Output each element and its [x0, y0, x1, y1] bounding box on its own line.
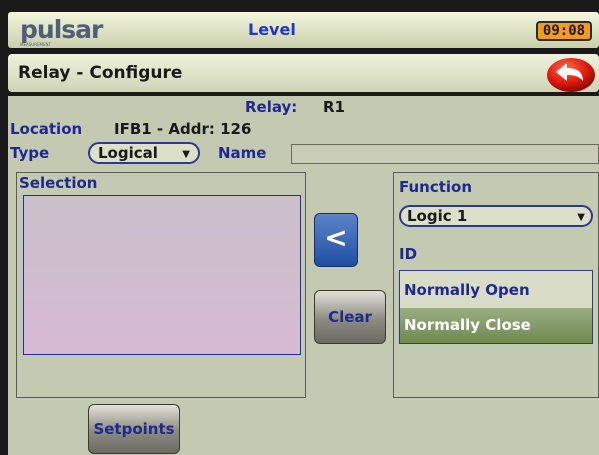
page-header: Relay - Configure	[8, 54, 599, 92]
device-screen: pulsar MEASUREMENT Level 09:08 Relay - C…	[0, 0, 599, 455]
chevron-down-icon: ▼	[577, 212, 585, 223]
assign-button[interactable]: <	[314, 213, 358, 267]
selection-label: Selection	[19, 174, 98, 192]
name-input[interactable]	[291, 144, 599, 164]
relay-label: Relay:	[245, 98, 298, 116]
page-title: Relay - Configure	[18, 63, 183, 83]
screen-title: Level	[248, 20, 296, 39]
id-option-normally-close[interactable]: Normally Close	[400, 308, 592, 343]
config-panel: Relay: R1 Location IFB1 - Addr: 126 Type…	[8, 96, 599, 455]
relay-value: R1	[323, 98, 345, 116]
type-dropdown[interactable]: Logical ▼	[88, 142, 200, 164]
location-value: IFB1 - Addr: 126	[114, 120, 252, 138]
location-label: Location	[10, 120, 83, 138]
clear-button[interactable]: Clear	[314, 290, 386, 344]
selection-list[interactable]	[23, 195, 301, 355]
function-label: Function	[399, 178, 473, 196]
logo-text: pulsar	[20, 15, 103, 44]
clock-display: 09:08	[536, 21, 592, 41]
status-bar: pulsar MEASUREMENT Level 09:08	[8, 12, 599, 48]
type-label: Type	[10, 144, 50, 162]
selection-group: Selection	[16, 172, 306, 398]
id-list: Normally Open Normally Close	[399, 270, 593, 344]
chevron-down-icon: ▼	[182, 149, 190, 160]
id-label: ID	[399, 245, 418, 263]
name-label: Name	[218, 144, 267, 162]
back-button[interactable]	[546, 57, 596, 93]
id-option-normally-open[interactable]: Normally Open	[400, 271, 592, 308]
type-selected-value: Logical	[98, 144, 158, 162]
function-dropdown[interactable]: Logic 1 ▼	[399, 205, 593, 227]
logo-subtext: MEASUREMENT	[20, 42, 51, 47]
setpoints-button[interactable]: Setpoints	[88, 404, 180, 454]
pulsar-logo: pulsar MEASUREMENT	[20, 15, 120, 48]
back-arrow-icon	[547, 58, 595, 92]
function-selected-value: Logic 1	[407, 207, 468, 225]
